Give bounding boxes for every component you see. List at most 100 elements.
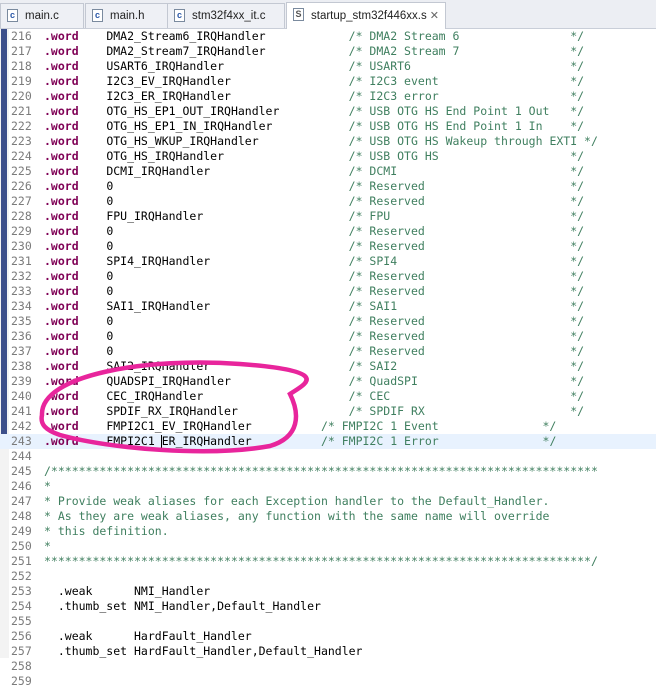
operand-text: FMPI2C1_EV_IRQHandler [78, 419, 321, 433]
text-caret [160, 435, 162, 448]
asm-file-icon: S [293, 8, 304, 21]
line-source: .word SPDIF_RX_IRQHandler /* SPDIF RX */ [44, 404, 584, 419]
directive-keyword: .word [44, 104, 79, 118]
code-editor[interactable]: 216 .word DMA2_Stream6_IRQHandler /* DMA2… [0, 29, 656, 688]
line-source: .word 0 /* Reserved */ [44, 239, 584, 254]
line-number: 258 [11, 659, 32, 673]
line-source: .word SAI2_IRQHandler /* SAI2 */ [44, 359, 584, 374]
operand-text: 0 [78, 344, 349, 358]
code-line: 257 .thumb_set HardFault_Handler,Default… [0, 644, 656, 659]
tab-stm32f4xx-it-c[interactable]: c stm32f4xx_it.c [167, 3, 285, 28]
comment-text: /* SPI4 */ [348, 254, 585, 268]
close-icon[interactable]: ✕ [430, 3, 439, 29]
line-number: 232 [11, 269, 32, 283]
line-source: .word 0 /* Reserved */ [44, 269, 584, 284]
line-number: 256 [11, 629, 32, 643]
line-number: 240 [11, 389, 32, 403]
line-number: 230 [11, 239, 32, 253]
line-number: 242 [11, 419, 32, 433]
operand-text: SPDIF_RX_IRQHandler [78, 404, 349, 418]
code-line: 219 .word I2C3_EV_IRQHandler /* I2C3 even… [0, 74, 656, 89]
line-source: * this definition. [44, 524, 169, 539]
directive-keyword: .word [44, 434, 79, 448]
line-number: 227 [11, 194, 32, 208]
line-number: 252 [11, 569, 32, 583]
line-number: 228 [11, 209, 32, 223]
code-line: 226 .word 0 /* Reserved */ [0, 179, 656, 194]
code-line: 216 .word DMA2_Stream6_IRQHandler /* DMA2… [0, 29, 656, 44]
code-line: 259 [0, 674, 656, 689]
line-number: 222 [11, 119, 32, 133]
directive-keyword: .word [44, 74, 79, 88]
comment-text: /* FPU */ [348, 209, 585, 223]
line-source: .word USART6_IRQHandler /* USART6 */ [44, 59, 584, 74]
directive-keyword: .word [44, 419, 79, 433]
line-number: 226 [11, 179, 32, 193]
code-line: 258 [0, 659, 656, 674]
operand-text: I2C3_ER_IRQHandler [78, 89, 349, 103]
code-line: 244 [0, 449, 656, 464]
line-source: * As they are weak aliases, any function… [44, 509, 549, 524]
operand-text: DMA2_Stream7_IRQHandler [78, 44, 349, 58]
line-number: 249 [11, 524, 32, 538]
line-number: 257 [11, 644, 32, 658]
directive-keyword: .word [44, 329, 79, 343]
directive-keyword: .word [44, 404, 79, 418]
tab-main-h[interactable]: c main.h [85, 3, 171, 28]
line-number: 244 [11, 449, 32, 463]
code-line: 232 .word 0 /* Reserved */ [0, 269, 656, 284]
code-line: 246 * [0, 479, 656, 494]
comment-text: /* FMPI2C 1 Error */ [320, 434, 557, 448]
comment-text: /* USB OTG HS End Point 1 Out */ [348, 104, 585, 118]
code-line: 217 .word DMA2_Stream7_IRQHandler /* DMA2… [0, 44, 656, 59]
line-number: 241 [11, 404, 32, 418]
tab-startup-stm32f446xx-s[interactable]: Sstartup_stm32f446xx.s ✕ [286, 2, 446, 29]
comment-text: * Provide weak aliases for each Exceptio… [44, 494, 550, 508]
code-line: 252 [0, 569, 656, 584]
line-source: .weak NMI_Handler [44, 584, 210, 599]
directive-keyword: .word [44, 359, 79, 373]
line-source: .word 0 /* Reserved */ [44, 344, 584, 359]
code-line: 231 .word SPI4_IRQHandler /* SPI4 */ [0, 254, 656, 269]
comment-text: /* Reserved */ [348, 179, 585, 193]
directive-keyword: .word [44, 224, 79, 238]
code-line: 218 .word USART6_IRQHandler /* USART6 */ [0, 59, 656, 74]
code-line: 256 .weak HardFault_Handler [0, 629, 656, 644]
line-source: .word OTG_HS_WKUP_IRQHandler /* USB OTG … [44, 134, 598, 149]
directive-keyword: .word [44, 344, 79, 358]
line-number: 220 [11, 89, 32, 103]
operand-text: .thumb_set HardFault_Handler,Default_Han… [44, 644, 363, 658]
code-line: 253 .weak NMI_Handler [0, 584, 656, 599]
operand-text: FPU_IRQHandler [78, 209, 349, 223]
tab-main-c[interactable]: c main.c [0, 3, 84, 28]
operand-text: OTG_HS_WKUP_IRQHandler [78, 134, 349, 148]
operand-text: DMA2_Stream6_IRQHandler [78, 29, 349, 43]
line-number: 223 [11, 134, 32, 148]
directive-keyword: .word [44, 314, 79, 328]
comment-text: /* USB OTG HS */ [348, 149, 585, 163]
operand-text: .thumb_set NMI_Handler,Default_Handler [44, 599, 321, 613]
tab-label: main.c [25, 10, 59, 22]
line-number: 254 [11, 599, 32, 613]
operand-text: SAI2_IRQHandler [78, 359, 349, 373]
line-number: 248 [11, 509, 32, 523]
code-line: 240 .word CEC_IRQHandler /* CEC */ [0, 389, 656, 404]
comment-text: /***************************************… [44, 464, 598, 478]
code-line: 241 .word SPDIF_RX_IRQHandler /* SPDIF RX… [0, 404, 656, 419]
operand-text: DCMI_IRQHandler [78, 164, 349, 178]
directive-keyword: .word [44, 239, 79, 253]
code-line: 242 .word FMPI2C1_EV_IRQHandler /* FMPI2C… [0, 419, 656, 434]
line-source: .word 0 /* Reserved */ [44, 224, 584, 239]
line-source: * Provide weak aliases for each Exceptio… [44, 494, 549, 509]
line-number: 233 [11, 284, 32, 298]
line-source: .word OTG_HS_EP1_IN_IRQHandler /* USB OT… [44, 119, 584, 134]
directive-keyword: .word [44, 29, 79, 43]
code-line: 230 .word 0 /* Reserved */ [0, 239, 656, 254]
operand-text: 0 [78, 314, 349, 328]
line-source: .thumb_set HardFault_Handler,Default_Han… [44, 644, 363, 659]
operand-text: OTG_HS_EP1_OUT_IRQHandler [78, 104, 349, 118]
line-number: 243 [11, 434, 32, 448]
line-source: .word OTG_HS_IRQHandler /* USB OTG HS */ [44, 149, 584, 164]
comment-text: /* Reserved */ [348, 224, 585, 238]
line-source: /***************************************… [44, 464, 598, 479]
